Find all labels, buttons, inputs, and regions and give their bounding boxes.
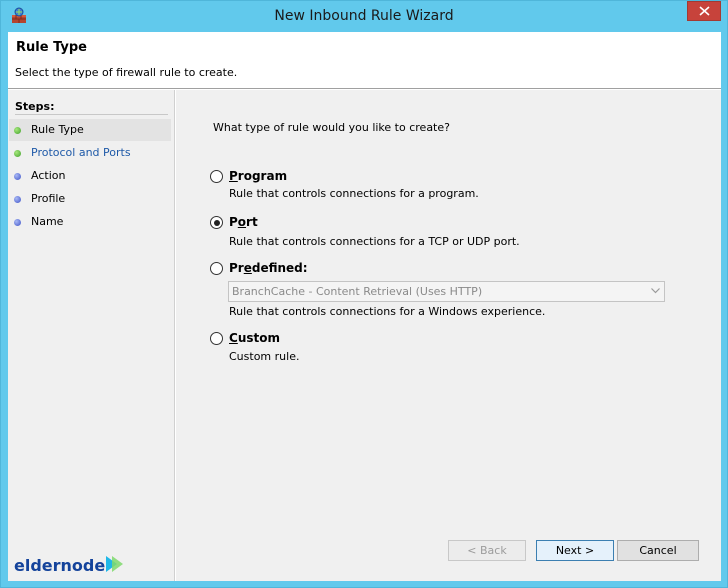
- label-rest: rt: [246, 215, 258, 229]
- step-complete-bullet-icon: [14, 127, 21, 134]
- window-title: New Inbound Rule Wizard: [274, 8, 454, 24]
- rule-type-question: What type of rule would you like to crea…: [213, 121, 450, 134]
- wizard-client-area: Rule Type Select the type of firewall ru…: [8, 32, 721, 581]
- program-radio[interactable]: [210, 170, 223, 183]
- step-complete-bullet-icon: [14, 150, 21, 157]
- custom-option-description: Custom rule.: [229, 350, 300, 363]
- access-key: P: [229, 169, 238, 183]
- step-action: Action: [9, 165, 171, 187]
- svg-text:eldernode: eldernode: [14, 556, 105, 575]
- access-key: o: [237, 215, 247, 229]
- step-pending-bullet-icon: [14, 219, 21, 226]
- program-option-description: Rule that controls connections for a pro…: [229, 187, 479, 200]
- steps-heading: Steps:: [15, 100, 168, 115]
- eldernode-logo-graphic: eldernode: [14, 556, 123, 575]
- steps-panel: Steps: Rule Type Protocol and Ports Acti…: [8, 90, 175, 581]
- wizard-window: New Inbound Rule Wizard Rule Type Select…: [0, 0, 728, 588]
- port-radio[interactable]: [210, 216, 223, 229]
- eldernode-logo: eldernode: [14, 553, 124, 580]
- step-label: Action: [31, 169, 66, 182]
- wizard-header: Rule Type Select the type of firewall ru…: [8, 32, 721, 89]
- step-protocol-and-ports[interactable]: Protocol and Ports: [9, 142, 171, 164]
- back-button[interactable]: < Back: [448, 540, 526, 561]
- cancel-button[interactable]: Cancel: [617, 540, 699, 561]
- step-profile: Profile: [9, 188, 171, 210]
- step-label: Rule Type: [31, 123, 84, 136]
- step-label: Name: [31, 215, 64, 228]
- rule-type-content: What type of rule would you like to crea…: [176, 90, 721, 581]
- step-pending-bullet-icon: [14, 173, 21, 180]
- label-rest: rogram: [237, 169, 288, 183]
- label-start: Pr: [229, 261, 244, 275]
- step-label: Profile: [31, 192, 66, 205]
- page-title: Rule Type: [16, 40, 87, 55]
- predefined-rules-dropdown[interactable]: BranchCache - Content Retrieval (Uses HT…: [228, 281, 665, 302]
- page-description: Select the type of firewall rule to crea…: [15, 66, 238, 79]
- port-option-label[interactable]: Port: [229, 215, 258, 229]
- program-option-label[interactable]: Program: [229, 169, 287, 183]
- predefined-radio[interactable]: [210, 262, 223, 275]
- next-button[interactable]: Next >: [536, 540, 614, 561]
- step-name: Name: [9, 211, 171, 233]
- predefined-option-label[interactable]: Predefined:: [229, 261, 308, 275]
- step-rule-type: Rule Type: [9, 119, 171, 141]
- predefined-option-description: Rule that controls connections for a Win…: [229, 305, 546, 318]
- chevron-down-icon: [651, 288, 660, 294]
- step-pending-bullet-icon: [14, 196, 21, 203]
- step-label[interactable]: Protocol and Ports: [31, 146, 131, 159]
- label-rest: ustom: [237, 331, 280, 345]
- custom-option-label[interactable]: Custom: [229, 331, 280, 345]
- port-option-description: Rule that controls connections for a TCP…: [229, 235, 520, 248]
- label-rest: defined:: [251, 261, 308, 275]
- dropdown-selected-value: BranchCache - Content Retrieval (Uses HT…: [232, 285, 483, 298]
- title-bar[interactable]: New Inbound Rule Wizard: [1, 1, 727, 32]
- access-key: C: [229, 331, 238, 345]
- custom-radio[interactable]: [210, 332, 223, 345]
- close-icon: [699, 6, 710, 16]
- close-button[interactable]: [687, 1, 721, 21]
- access-key: e: [243, 261, 252, 275]
- label-start: P: [229, 215, 238, 229]
